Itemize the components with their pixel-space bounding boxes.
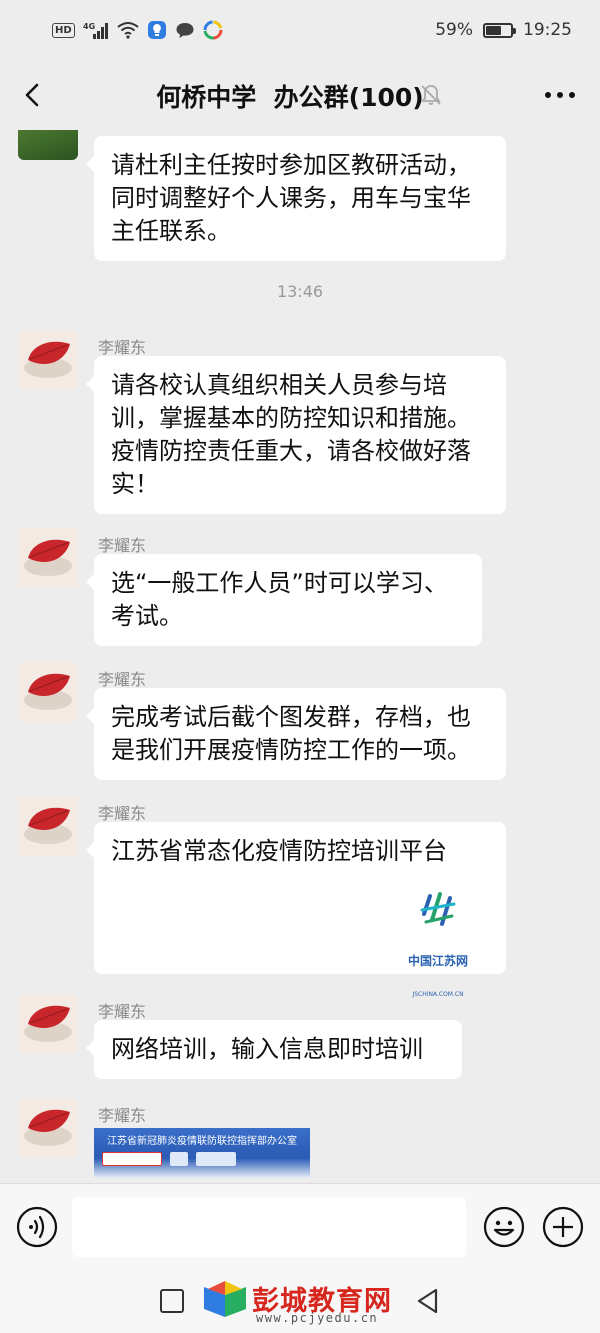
avatar[interactable] — [18, 994, 78, 1054]
colorful-app-icon — [203, 20, 223, 40]
leaf-avatar-image — [18, 994, 78, 1054]
battery-icon — [483, 22, 516, 38]
link-card-title: 江苏省常态化疫情防控培训平台 — [111, 837, 447, 865]
chat-title: 何桥中学 办公群(100) — [156, 83, 424, 112]
message-text: 请杜利主任按时参加区教研活动， 同时调整好个人课务，用车与宝华 主任联系。 — [111, 151, 471, 245]
watermark: 彭城教育网 www.pcjyedu.cn — [200, 1277, 410, 1327]
avatar[interactable] — [18, 528, 78, 588]
sender-name: 李耀东 — [98, 536, 147, 555]
recent-apps-button[interactable] — [160, 1289, 184, 1313]
avatar[interactable] — [18, 130, 78, 160]
link-card[interactable]: 江苏省常态化疫情防控培训平台 中国江苏网 JSCHINA.COM.CN — [86, 822, 506, 998]
leaf-avatar-image — [18, 662, 78, 722]
clock: 19:25 — [523, 20, 572, 40]
leaf-avatar-image — [18, 796, 78, 856]
message-text: 完成考试后截个图发群，存档，也 是我们开展疫情防控工作的一项。 — [111, 703, 471, 764]
image-logo-chip — [170, 1152, 188, 1166]
image-caption: 江苏省新冠肺炎疫情联防联控指挥部办公室 — [107, 1136, 297, 1147]
message-text: 网络培训，输入信息即时培训 — [111, 1035, 423, 1063]
sender-name: 李耀东 — [98, 1106, 147, 1125]
network-type: 4G — [83, 22, 95, 31]
sender-name: 李耀东 — [98, 804, 147, 823]
battery-level — [486, 25, 502, 35]
emoji-icon[interactable] — [483, 1206, 525, 1248]
message-bubble[interactable]: 完成考试后截个图发群，存档，也 是我们开展疫情防控工作的一项。 — [86, 688, 506, 780]
leaf-avatar-image — [18, 528, 78, 588]
logo-name: 中国江苏网 — [407, 954, 468, 968]
message-bubble[interactable]: 选“一般工作人员”时可以学习、 考试。 — [86, 554, 482, 646]
image-logo-chip — [196, 1152, 236, 1166]
message-bubble[interactable]: 请杜利主任按时参加区教研活动， 同时调整好个人课务，用车与宝华 主任联系。 — [86, 136, 506, 261]
more-options-icon[interactable] — [542, 82, 578, 108]
jschina-logo: 中国江苏网 JSCHINA.COM.CN — [398, 890, 478, 998]
battery-percent: 59% — [435, 20, 473, 40]
leaf-avatar-image — [18, 330, 78, 390]
wifi-icon — [117, 22, 139, 39]
jschina-logo-icon — [420, 892, 456, 926]
image-message[interactable]: 江苏省新冠肺炎疫情联防联控指挥部办公室 — [94, 1128, 310, 1178]
message-bubble[interactable]: 网络培训，输入信息即时培训 — [86, 1020, 462, 1079]
add-more-icon[interactable] — [542, 1206, 584, 1248]
leaf-avatar-image — [18, 1098, 78, 1158]
image-logos — [94, 1147, 310, 1171]
sender-name: 李耀东 — [98, 670, 147, 689]
hd-icon: HD — [52, 22, 75, 38]
message-bubble[interactable]: 请各校认真组织相关人员参与培 训，掌握基本的防控知识和措施。 疫情防控责任重大，… — [86, 356, 506, 514]
avatar[interactable] — [18, 796, 78, 856]
status-bar: HD 4G 59% 19:25 — [0, 0, 600, 60]
logo-url: JSCHINA.COM.CN — [412, 991, 464, 998]
system-navigation-bar: 彭城教育网 www.pcjyedu.cn — [0, 1271, 600, 1333]
avatar[interactable] — [18, 330, 78, 390]
system-back-icon[interactable] — [414, 1287, 442, 1315]
sender-name: 李耀东 — [98, 1002, 147, 1021]
avatar[interactable] — [18, 1098, 78, 1158]
image-logo-chip — [102, 1152, 162, 1166]
book-logo-icon — [204, 1281, 246, 1317]
message-input[interactable] — [72, 1197, 466, 1257]
message-text: 选“一般工作人员”时可以学习、 考试。 — [111, 569, 448, 630]
mute-bell-icon — [421, 85, 441, 105]
timestamp: 13:46 — [276, 282, 324, 301]
chat-message-list[interactable]: 请杜利主任按时参加区教研活动， 同时调整好个人课务，用车与宝华 主任联系。 13… — [0, 130, 600, 1183]
sender-name: 李耀东 — [98, 338, 147, 357]
watermark-url: www.pcjyedu.cn — [256, 1311, 379, 1325]
message-text: 请各校认真组织相关人员参与培 训，掌握基本的防控知识和措施。 疫情防控责任重大，… — [111, 371, 471, 498]
cellular-signal-icon: 4G — [83, 22, 108, 39]
message-icon — [176, 23, 194, 38]
avatar[interactable] — [18, 662, 78, 722]
chat-header: 何桥中学 办公群(100) — [0, 60, 600, 130]
voice-input-icon[interactable] — [16, 1206, 58, 1248]
message-input-bar — [0, 1183, 600, 1271]
lightbulb-app-icon — [147, 21, 166, 39]
